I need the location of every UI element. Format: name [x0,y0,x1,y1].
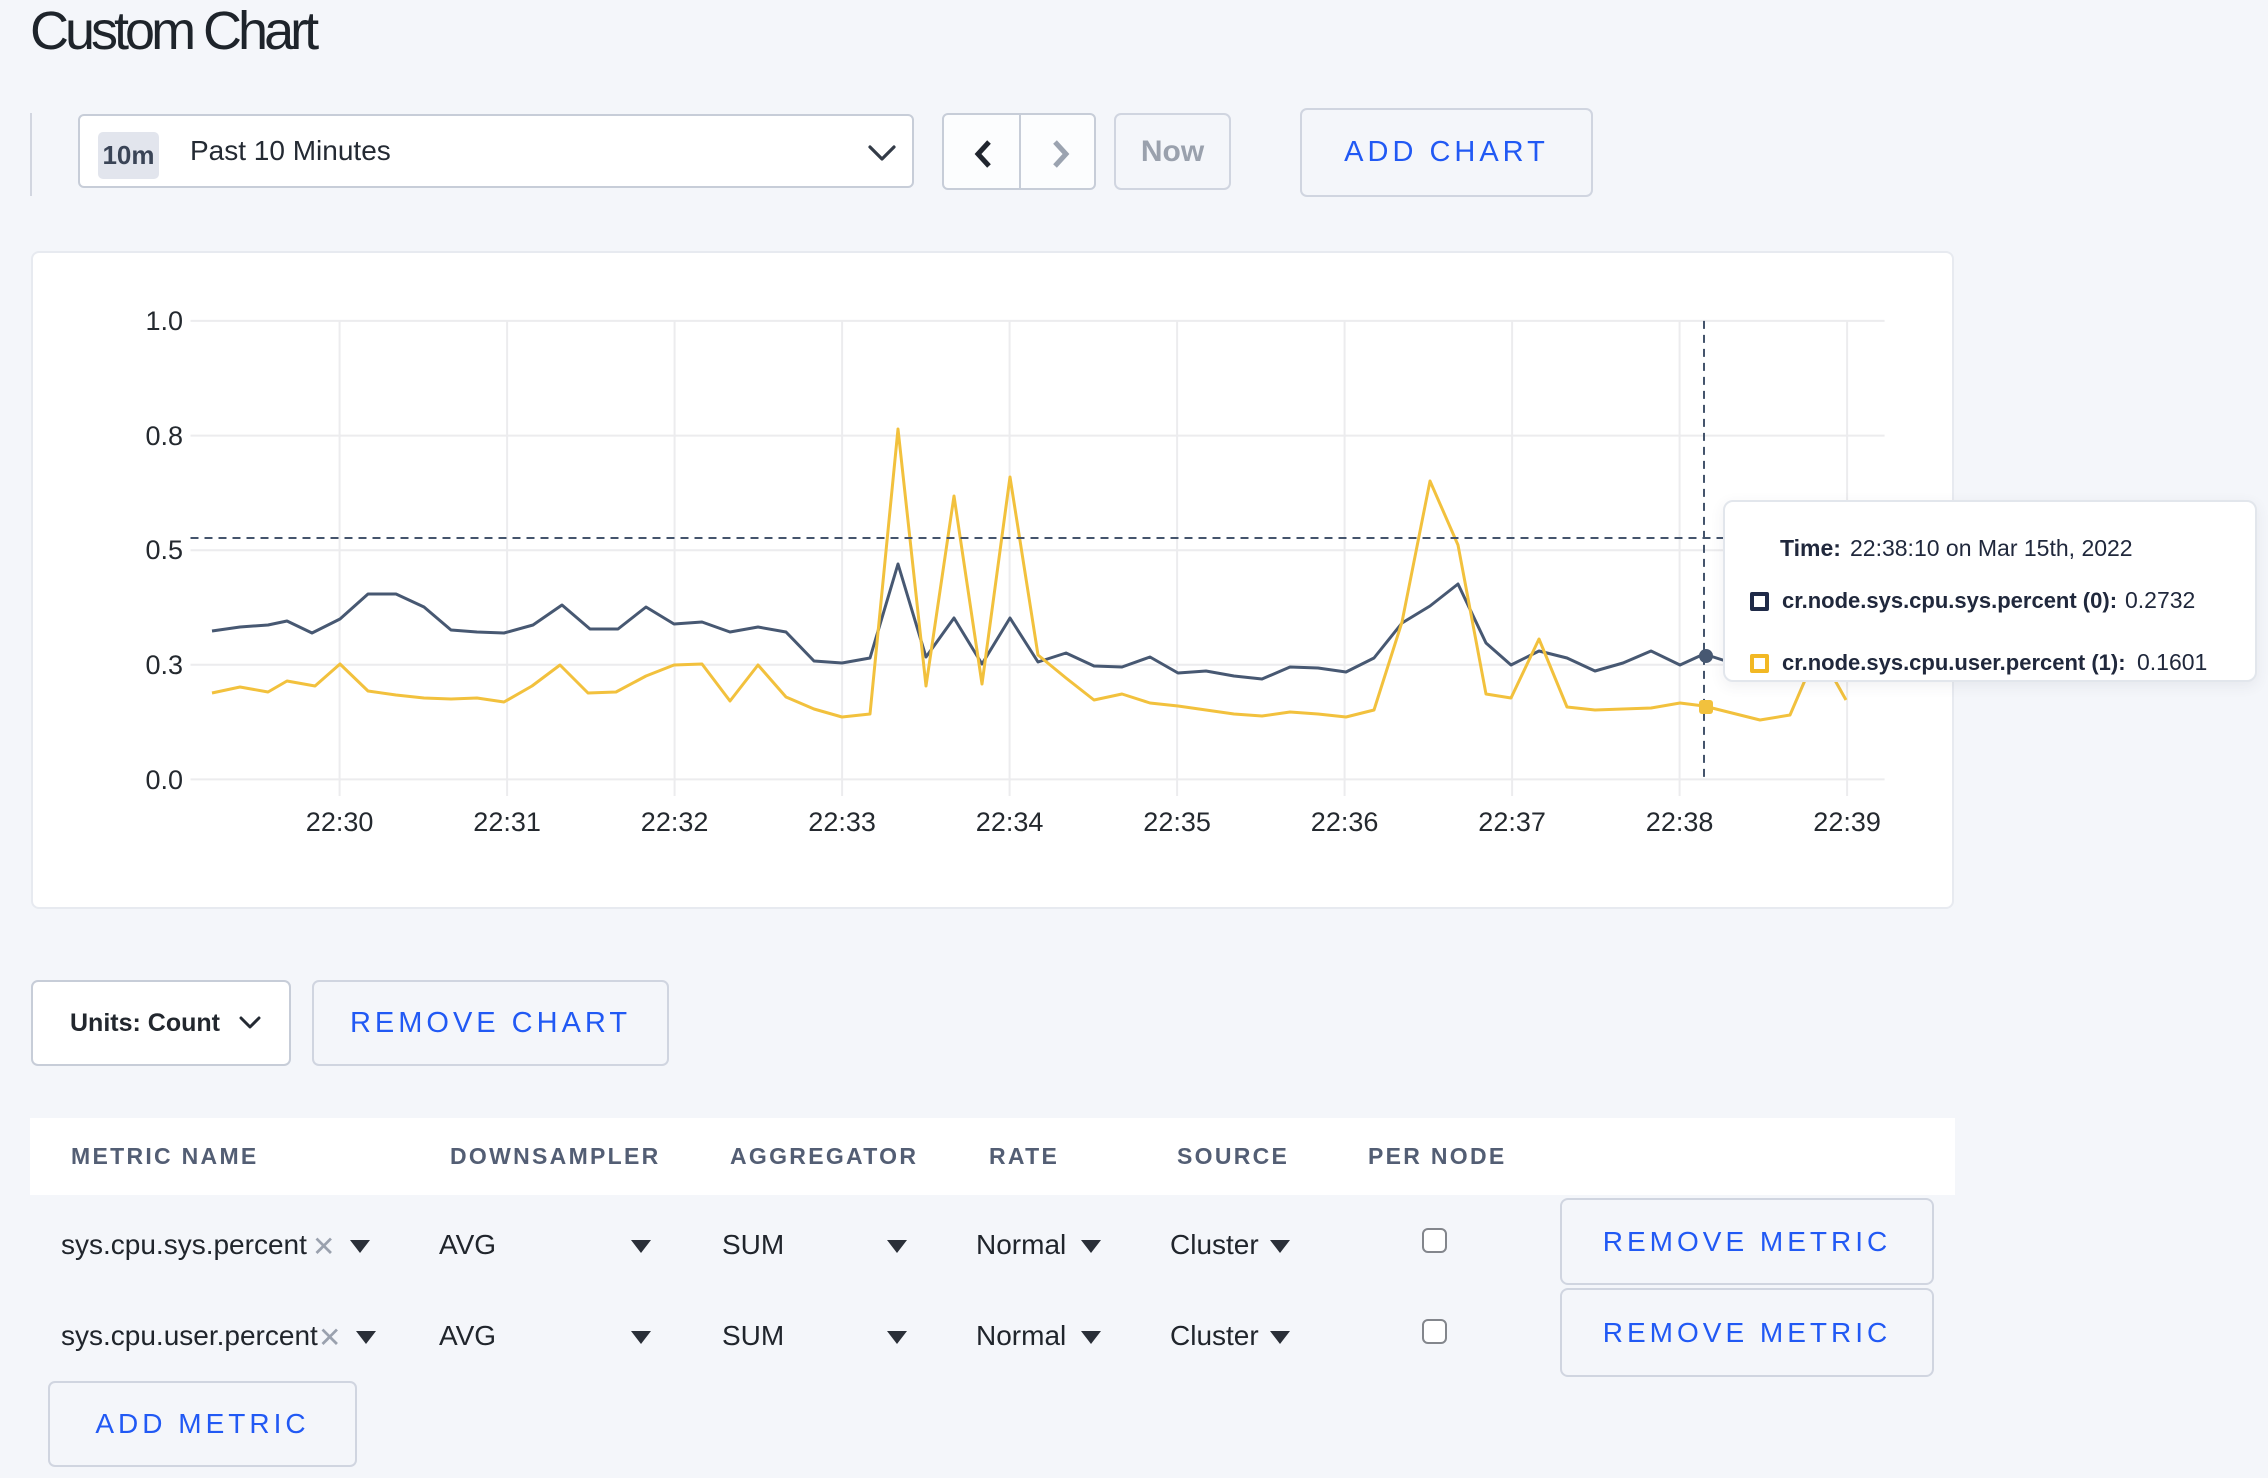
svg-text:22:33: 22:33 [808,807,876,837]
svg-text:22:39: 22:39 [1813,807,1881,837]
svg-text:22:36: 22:36 [1311,807,1379,837]
svg-text:1.0: 1.0 [145,306,183,336]
svg-text:22:35: 22:35 [1143,807,1211,837]
svg-text:22:38: 22:38 [1646,807,1714,837]
svg-text:0.5: 0.5 [145,535,183,565]
svg-text:22:34: 22:34 [976,807,1044,837]
svg-text:22:30: 22:30 [306,807,374,837]
svg-text:22:31: 22:31 [473,807,541,837]
svg-text:0.0: 0.0 [145,765,183,795]
svg-text:22:32: 22:32 [641,807,709,837]
svg-text:22:37: 22:37 [1478,807,1546,837]
svg-text:0.8: 0.8 [145,421,183,451]
svg-text:0.3: 0.3 [145,650,183,680]
